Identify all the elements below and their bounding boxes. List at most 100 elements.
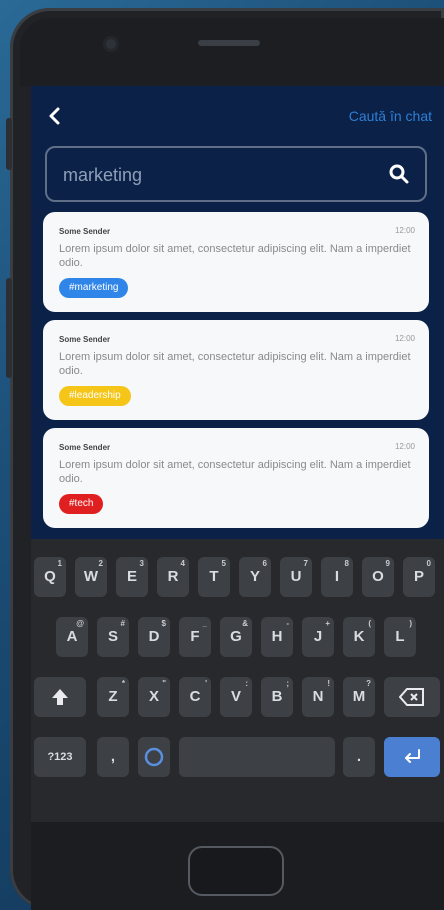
phone-top-bezel [20,18,444,86]
key-label: K [353,628,365,645]
key-t[interactable]: T5 [198,557,230,597]
key-label: R [167,568,179,585]
key-label: F [190,628,200,645]
key-o[interactable]: O9 [362,557,394,597]
key-hint: 5 [221,559,226,568]
key-l[interactable]: L) [384,617,416,657]
key-hint: ; [286,679,289,688]
key-label: S [107,628,118,645]
key-h[interactable]: H- [261,617,293,657]
key-z[interactable]: Z * [97,677,129,717]
key-label: P [413,568,424,585]
message-tag[interactable]: #marketing [59,278,129,298]
shift-icon [52,689,68,705]
key-hint: 8 [344,559,349,568]
key-hint: _ [202,619,207,628]
key-label: C [189,688,201,705]
key-hint: 9 [385,559,390,568]
key-hint: * [121,679,125,688]
key-hint: ' [205,679,207,688]
key-hint: 2 [98,559,103,568]
numbers-key[interactable]: ?123 [34,737,86,777]
space-key[interactable] [179,737,335,777]
key-label: G [230,628,242,645]
key-y[interactable]: Y6 [239,557,271,597]
key-label: W [83,568,99,585]
key-label: B [271,688,283,705]
key-f[interactable]: F _ [179,617,211,657]
enter-key[interactable] [384,737,440,777]
key-n[interactable]: N! [302,677,334,717]
keyboard: Q1 W2 E3 R4 T5 Y6 U7 I8 O9 P0 A @ S # D $ F… [31,539,444,822]
search-box[interactable] [45,146,427,202]
key-p[interactable]: P0 [403,557,435,597]
key-label: Q [44,568,56,585]
key-hint: ) [409,619,412,628]
key-g[interactable]: G & [220,617,252,657]
key-hint: 3 [139,559,144,568]
message-card[interactable]: Some Sender 12:00 Lorem ipsum dolor sit … [43,428,429,528]
earpiece-speaker [198,40,260,46]
enter-icon [405,749,420,763]
key-s[interactable]: S # [97,617,129,657]
chevron-left-icon [49,107,60,125]
key-hint: @ [76,619,84,628]
key-label: U [290,568,302,585]
emoji-icon [144,747,164,767]
key-label: T [209,568,219,585]
backspace-key[interactable] [384,677,440,717]
key-q[interactable]: Q1 [34,557,66,597]
key-w[interactable]: W2 [75,557,107,597]
key-r[interactable]: R4 [157,557,189,597]
key-x[interactable]: X " [138,677,170,717]
key-j[interactable]: J + [302,617,334,657]
key-label: X [148,688,159,705]
home-button[interactable] [188,846,284,896]
key-hint: - [286,619,289,628]
message-sender: Some Sender [59,227,111,236]
key-label: A [66,628,78,645]
key-v[interactable]: V: [220,677,252,717]
message-card[interactable]: Some Sender 12:00 Lorem ipsum dolor sit … [43,320,429,420]
phone-side-button [6,278,12,378]
search-input[interactable] [61,160,365,190]
emoji-key[interactable] [138,737,170,777]
message-tag[interactable]: #tech [59,494,104,514]
key-label: Z [108,688,118,705]
key-label: Y [249,568,260,585]
key-hint: & [242,619,248,628]
key-b[interactable]: B; [261,677,293,717]
key-k[interactable]: K( [343,617,375,657]
screen: Caută în chat Some Sender 12:00 Lorem ip… [31,86,444,822]
key-hint: 0 [426,559,431,568]
key-e[interactable]: E3 [116,557,148,597]
key-i[interactable]: I8 [321,557,353,597]
key-label: D [148,628,160,645]
phone-side-button-top [6,118,12,170]
back-button[interactable] [43,104,67,128]
key-c[interactable]: C ' [179,677,211,717]
message-text: Lorem ipsum dolor sit amet, consectetur … [59,459,411,485]
key-label: M [352,688,366,705]
message-tag[interactable]: #leadership [59,386,131,406]
key-d[interactable]: D $ [138,617,170,657]
front-camera [103,36,119,52]
search-in-chat-link[interactable]: Caută în chat [349,108,432,124]
period-key[interactable]: . [343,737,375,777]
message-text: Lorem ipsum dolor sit amet, consectetur … [59,243,411,269]
key-label: O [372,568,384,585]
key-hint: $ [161,619,166,628]
search-icon[interactable] [387,162,411,186]
shift-key[interactable] [34,677,86,717]
comma-key[interactable]: , [97,737,129,777]
key-a[interactable]: A @ [56,617,88,657]
key-label: N [312,688,324,705]
key-hint: 6 [262,559,267,568]
message-sender: Some Sender [59,443,111,452]
key-m[interactable]: M? [343,677,375,717]
message-card[interactable]: Some Sender 12:00 Lorem ipsum dolor sit … [43,212,429,312]
key-u[interactable]: U7 [280,557,312,597]
backspace-icon [398,688,424,706]
key-hint: ! [327,679,330,688]
key-hint: ( [368,619,371,628]
